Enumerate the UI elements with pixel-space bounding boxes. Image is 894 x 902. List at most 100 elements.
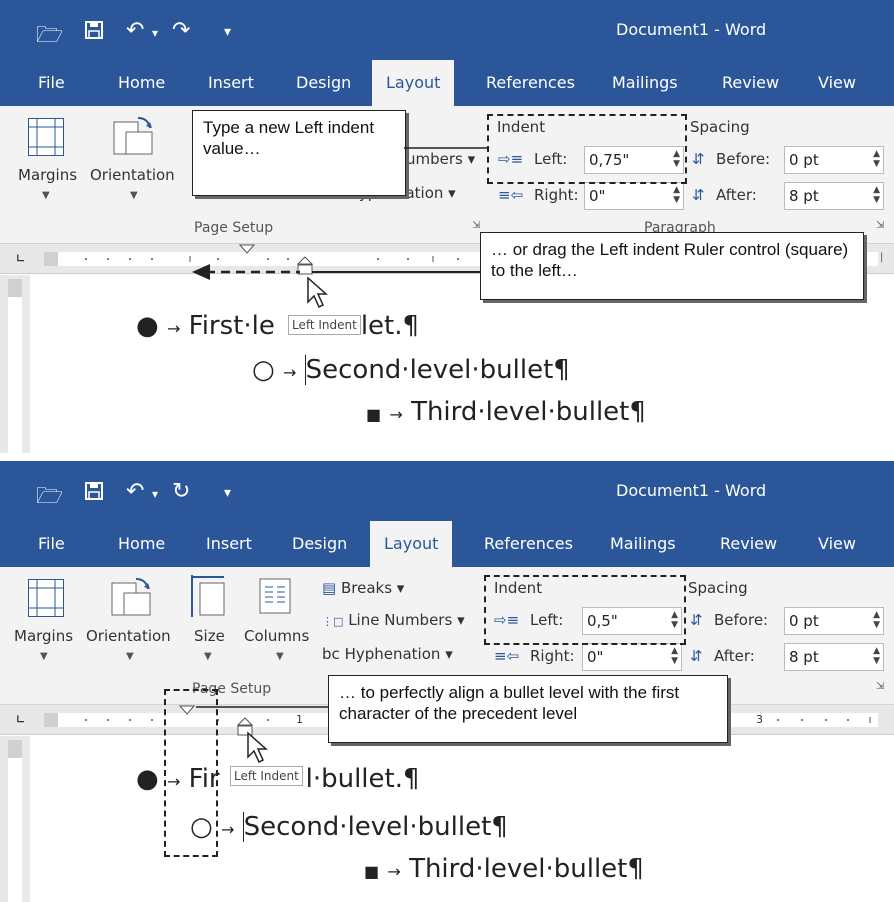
undo-icon[interactable]: ↶ bbox=[126, 479, 144, 504]
redo-icon[interactable]: ↷ bbox=[172, 18, 190, 43]
tab-mailings[interactable]: Mailings bbox=[612, 73, 678, 92]
bullet-text-first-b: let.¶ bbox=[360, 311, 420, 341]
undo-icon[interactable]: ↶ bbox=[126, 18, 144, 43]
indent-right-value: 0" bbox=[589, 187, 606, 205]
columns-dropdown-icon[interactable]: ▼ bbox=[276, 651, 284, 662]
list-item-third-level[interactable]: ■ → Third·level·bullet¶ bbox=[364, 854, 644, 884]
undo-dropdown-icon[interactable]: ▾ bbox=[152, 487, 158, 501]
size-button[interactable]: Size bbox=[194, 627, 225, 645]
orientation-dropdown-icon[interactable]: ▼ bbox=[130, 190, 138, 201]
tab-file[interactable]: File bbox=[38, 73, 65, 92]
orientation-button[interactable]: Orientation bbox=[90, 166, 175, 184]
list-item-first-level[interactable]: ● → First·le let.¶ bbox=[136, 311, 419, 341]
tab-design[interactable]: Design bbox=[292, 534, 347, 553]
spacing-after-label: After: bbox=[714, 647, 755, 665]
save-icon[interactable] bbox=[84, 481, 104, 507]
tab-arrow-icon: → bbox=[282, 363, 297, 382]
dialog-launcher-icon[interactable]: ⇲ bbox=[472, 220, 480, 231]
tab-insert[interactable]: Insert bbox=[208, 73, 254, 92]
spacing-before-input[interactable]: 0 pt ▲ ▼ bbox=[784, 607, 884, 635]
margins-button[interactable]: Margins bbox=[14, 627, 73, 645]
save-icon[interactable] bbox=[84, 20, 104, 46]
spin-arrows-icon[interactable]: ▲ ▼ bbox=[873, 149, 880, 169]
orientation-dropdown-icon[interactable]: ▼ bbox=[126, 651, 134, 662]
tab-mailings[interactable]: Mailings bbox=[610, 534, 676, 553]
list-item-second-level[interactable]: ○ → Second·level·bullet¶ bbox=[252, 355, 570, 385]
indent-right-icon: ≡⇦ bbox=[494, 647, 520, 665]
tab-review[interactable]: Review bbox=[722, 73, 779, 92]
open-folder-icon[interactable]: 🗁 bbox=[36, 18, 63, 56]
tab-arrow-icon: → bbox=[389, 405, 403, 424]
bullet-square-icon: ■ bbox=[366, 405, 382, 424]
breaks-label: Breaks bbox=[340, 579, 393, 597]
tab-selector-icon[interactable]: ∟ bbox=[16, 713, 28, 726]
title-bar: 🗁 ↶ ▾ ↷ ▾ Document1 - Word bbox=[0, 0, 894, 60]
tooltip-left-indent: Left Indent bbox=[288, 315, 361, 335]
spacing-before-input[interactable]: 0 pt ▲ ▼ bbox=[784, 146, 884, 174]
orientation-button[interactable]: Orientation bbox=[86, 627, 171, 645]
undo-dropdown-icon[interactable]: ▾ bbox=[152, 26, 158, 40]
tab-insert[interactable]: Insert bbox=[206, 534, 252, 553]
ruler-ticks bbox=[85, 256, 459, 262]
orientation-icon[interactable] bbox=[106, 575, 154, 623]
margins-button[interactable]: Margins bbox=[18, 166, 77, 184]
spin-arrows-icon[interactable]: ▲ ▼ bbox=[671, 646, 678, 666]
ruler-margin bbox=[44, 252, 58, 266]
hyphenation-button[interactable]: bc Hyphenation ▾ bbox=[322, 645, 453, 663]
line-numbers-button[interactable]: umbers ▾ bbox=[406, 150, 475, 168]
spacing-after-input[interactable]: 8 pt ▲ ▼ bbox=[784, 643, 884, 671]
spin-arrows-icon[interactable]: ▲ ▼ bbox=[873, 646, 880, 666]
spin-arrows-icon[interactable]: ▲ ▼ bbox=[873, 610, 880, 630]
margins-icon[interactable] bbox=[28, 579, 64, 617]
tab-layout[interactable]: Layout bbox=[372, 60, 455, 106]
screenshot-panel-before: 🗁 ↶ ▾ ↷ ▾ Document1 - Word File Home Ins… bbox=[0, 0, 894, 453]
spacing-label: Spacing bbox=[688, 579, 748, 597]
callout-type-value: Type a new Left indent value… bbox=[192, 110, 406, 196]
open-folder-icon[interactable]: 🗁 bbox=[36, 479, 63, 517]
bullet-text-second: Second·level·bullet¶ bbox=[242, 812, 508, 842]
size-dropdown-icon[interactable]: ▼ bbox=[204, 651, 212, 662]
margins-dropdown-icon[interactable]: ▼ bbox=[42, 190, 50, 201]
spacing-after-input[interactable]: 8 pt ▲ ▼ bbox=[784, 182, 884, 210]
indent-right-input[interactable]: 0" ▲ ▼ bbox=[584, 182, 684, 210]
repeat-icon[interactable]: ↻ bbox=[172, 479, 190, 504]
size-icon[interactable] bbox=[188, 575, 228, 623]
tab-view[interactable]: View bbox=[818, 73, 856, 92]
indent-highlight-box bbox=[484, 575, 686, 645]
orientation-icon[interactable] bbox=[108, 114, 156, 162]
tab-view[interactable]: View bbox=[818, 534, 856, 553]
tab-design[interactable]: Design bbox=[296, 73, 351, 92]
indent-right-input[interactable]: 0" ▲ ▼ bbox=[582, 643, 682, 671]
document-canvas[interactable]: ● → First·le let.¶ ○ → Second·level·bulle… bbox=[30, 275, 894, 453]
spacing-before-value: 0 pt bbox=[789, 151, 819, 169]
tab-file[interactable]: File bbox=[38, 534, 65, 553]
first-line-indent-marker-icon[interactable] bbox=[238, 244, 258, 256]
tab-selector-icon[interactable]: ∟ bbox=[16, 252, 28, 265]
ribbon-tabs: File Home Insert Design Layout Reference… bbox=[0, 60, 894, 106]
tab-home[interactable]: Home bbox=[118, 73, 165, 92]
breaks-button[interactable]: ▤ Breaks ▾ bbox=[322, 579, 404, 597]
line-numbers-button[interactable]: ⋮□ Line Numbers ▾ bbox=[322, 611, 465, 629]
spacing-after-icon: ⇵ bbox=[690, 647, 703, 665]
paragraph-dialog-launcher-icon[interactable]: ⇲ bbox=[876, 681, 884, 692]
list-item-second-level[interactable]: ○ → Second·level·bullet¶ bbox=[190, 812, 508, 842]
customize-qat-icon[interactable]: ▾ bbox=[224, 24, 231, 40]
tab-home[interactable]: Home bbox=[118, 534, 165, 553]
list-item-third-level[interactable]: ■ → Third·level·bullet¶ bbox=[366, 397, 646, 427]
tab-review[interactable]: Review bbox=[720, 534, 777, 553]
spin-arrows-icon[interactable]: ▲ ▼ bbox=[873, 185, 880, 205]
document-canvas[interactable]: ● → Fir l·bullet.¶ ○ → Second·level·bulle… bbox=[30, 736, 894, 902]
margins-icon[interactable] bbox=[28, 118, 64, 156]
customize-qat-icon[interactable]: ▾ bbox=[224, 485, 231, 501]
margins-dropdown-icon[interactable]: ▼ bbox=[40, 651, 48, 662]
left-indent-marker-icon[interactable] bbox=[296, 256, 314, 276]
alignment-highlight-box bbox=[164, 689, 218, 857]
paragraph-dialog-launcher-icon[interactable]: ⇲ bbox=[876, 220, 884, 231]
screenshot-panel-after: 🗁 ↶ ▾ ↻ ▾ Document1 - Word File Home Ins… bbox=[0, 461, 894, 902]
tab-references[interactable]: References bbox=[486, 73, 575, 92]
columns-button[interactable]: Columns bbox=[244, 627, 309, 645]
tab-references[interactable]: References bbox=[484, 534, 573, 553]
tab-layout[interactable]: Layout bbox=[370, 521, 453, 567]
columns-icon[interactable] bbox=[258, 577, 294, 621]
spin-arrows-icon[interactable]: ▲ ▼ bbox=[673, 185, 680, 205]
